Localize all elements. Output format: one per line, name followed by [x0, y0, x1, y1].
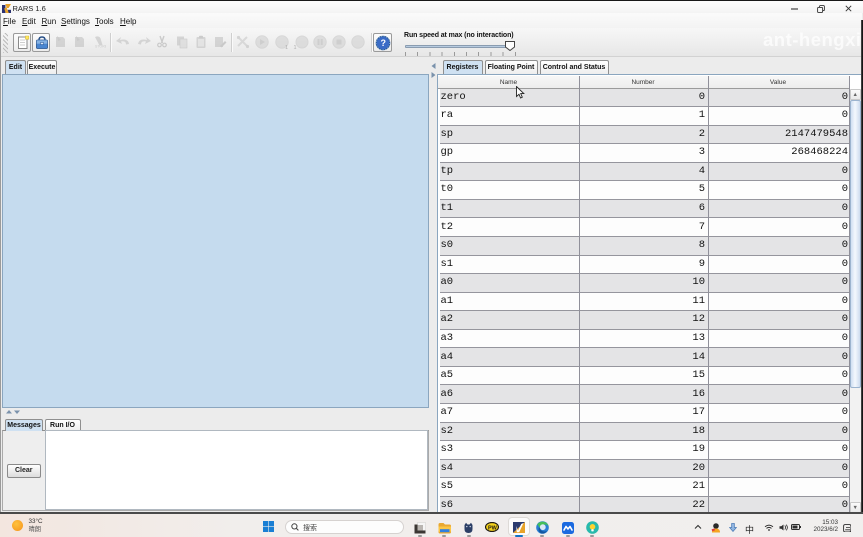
- svg-text:1: 1: [285, 45, 288, 50]
- svg-text:?: ?: [381, 38, 387, 48]
- svg-text:STORE: STORE: [95, 45, 106, 49]
- svg-text:1: 1: [293, 45, 296, 50]
- svg-text:PW: PW: [488, 525, 498, 531]
